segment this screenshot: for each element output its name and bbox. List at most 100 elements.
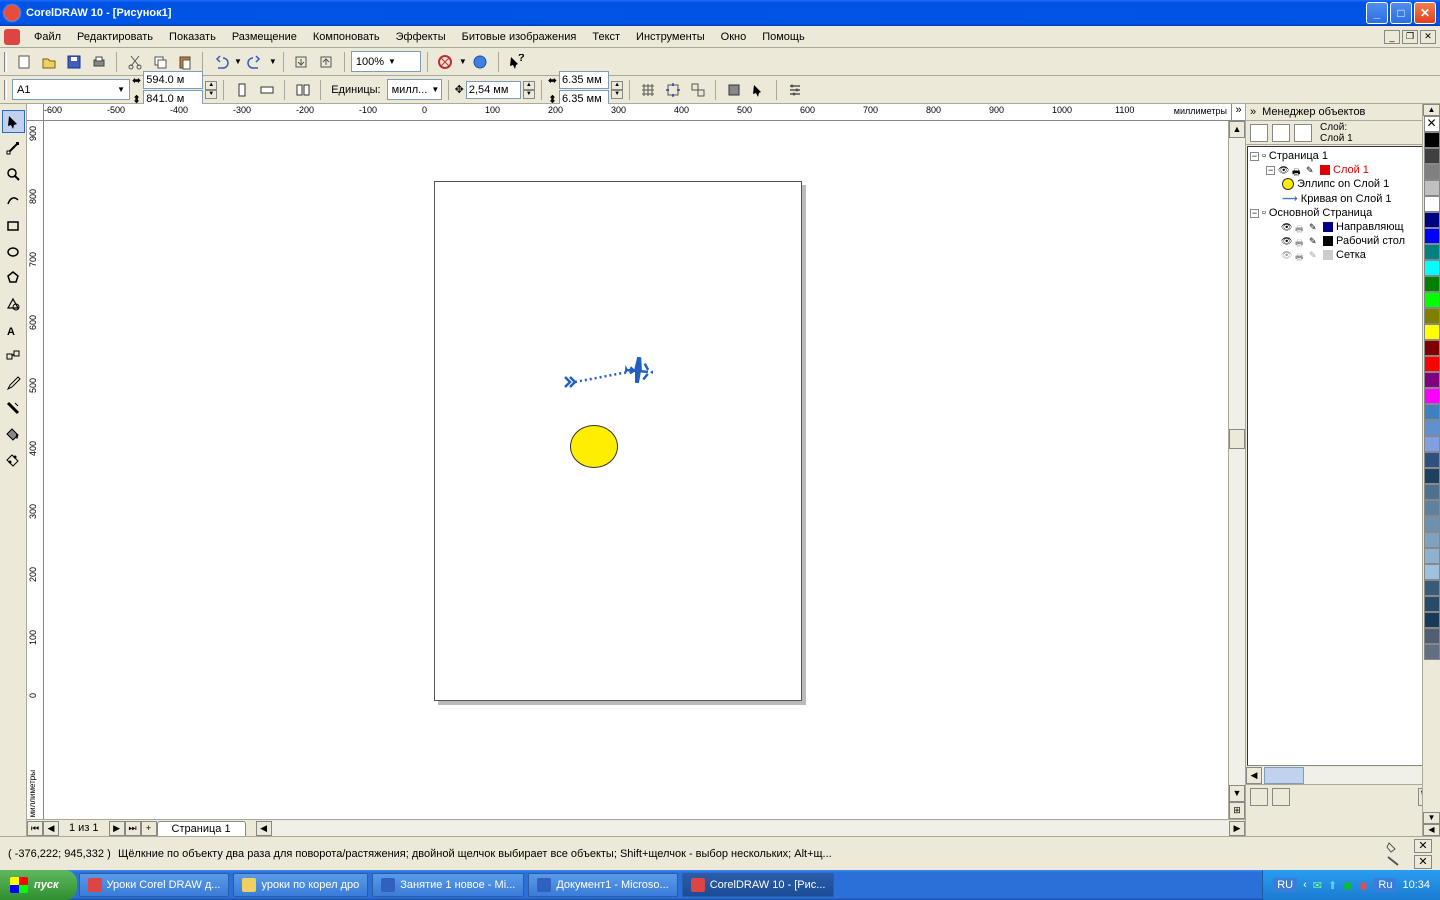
tree-curve-node[interactable]: ⟿ Кривая on Слой 1 bbox=[1250, 191, 1436, 206]
menu-file[interactable]: Файл bbox=[26, 28, 69, 46]
color-swatch[interactable] bbox=[1424, 116, 1440, 132]
editable-icon[interactable]: ✎ bbox=[1306, 165, 1317, 176]
printable-icon[interactable]: 🖶 bbox=[1292, 165, 1303, 176]
prev-page-button[interactable]: ◀ bbox=[43, 821, 59, 836]
scroll-left-button[interactable]: ◀ bbox=[1246, 767, 1262, 784]
menu-layout[interactable]: Размещение bbox=[224, 28, 305, 46]
tree-page-node[interactable]: − ▫ Страница 1 bbox=[1250, 149, 1436, 163]
snap-grid-button[interactable] bbox=[636, 78, 659, 101]
print-button[interactable] bbox=[87, 50, 110, 73]
freehand-tool[interactable] bbox=[2, 188, 25, 211]
clock[interactable]: 10:34 bbox=[1402, 879, 1430, 891]
corel-online-button[interactable] bbox=[469, 50, 492, 73]
maximize-button[interactable]: □ bbox=[1390, 2, 1412, 24]
color-swatch[interactable] bbox=[1424, 468, 1440, 484]
menu-window[interactable]: Окно bbox=[713, 28, 755, 46]
tree-desktop-node[interactable]: 👁 🖶 ✎ Рабочий стол bbox=[1250, 234, 1436, 248]
options-button[interactable] bbox=[783, 78, 806, 101]
undo-dropdown[interactable]: ▼ bbox=[234, 57, 242, 66]
color-swatch[interactable] bbox=[1424, 452, 1440, 468]
ellipse-object[interactable] bbox=[570, 425, 618, 468]
visible-icon[interactable]: 👁 bbox=[1281, 236, 1292, 247]
export-button[interactable] bbox=[315, 50, 338, 73]
basic-shapes-tool[interactable] bbox=[2, 292, 25, 315]
collapse-icon[interactable]: − bbox=[1266, 166, 1275, 175]
scroll-down-button[interactable]: ▼ bbox=[1229, 785, 1245, 802]
open-button[interactable] bbox=[37, 50, 60, 73]
visible-icon[interactable]: 👁 bbox=[1281, 222, 1292, 233]
scroll-right-button[interactable]: ▶ bbox=[1229, 821, 1245, 836]
taskbar-item[interactable]: Занятие 1 новое - Mi... bbox=[372, 873, 524, 897]
minimize-button[interactable]: _ bbox=[1366, 2, 1388, 24]
vertical-ruler[interactable]: миллиметры 9008007006005004003002001000 bbox=[27, 121, 44, 819]
color-swatch[interactable] bbox=[1424, 372, 1440, 388]
menu-text[interactable]: Текст bbox=[584, 28, 628, 46]
color-swatch[interactable] bbox=[1424, 596, 1440, 612]
tray-icon[interactable]: ◉ bbox=[1343, 879, 1353, 892]
horizontal-scrollbar[interactable]: ◀ ▶ bbox=[256, 821, 1245, 836]
menu-tools[interactable]: Инструменты bbox=[628, 28, 713, 46]
nudge-spinner[interactable]: ▲▼ bbox=[523, 81, 535, 99]
language-indicator[interactable]: RU bbox=[1273, 878, 1297, 892]
dup-spinner[interactable]: ▲▼ bbox=[611, 81, 623, 99]
page-tab[interactable]: Страница 1 bbox=[157, 821, 246, 836]
color-swatch[interactable] bbox=[1424, 276, 1440, 292]
app-launcher-button[interactable] bbox=[434, 50, 457, 73]
fill-tool[interactable] bbox=[2, 422, 25, 445]
copy-button[interactable] bbox=[148, 50, 171, 73]
palette-flyout-button[interactable]: ◀ bbox=[1423, 824, 1440, 836]
treat-as-filled-button[interactable] bbox=[722, 78, 745, 101]
tree-master-page-node[interactable]: − ▫ Основной Страница bbox=[1250, 206, 1436, 220]
snap-objects-button[interactable] bbox=[686, 78, 709, 101]
text-tool[interactable]: A bbox=[2, 318, 25, 341]
close-button[interactable]: ✕ bbox=[1414, 2, 1436, 24]
portrait-button[interactable] bbox=[230, 78, 253, 101]
dup-x-input[interactable]: 6.35 мм bbox=[559, 71, 609, 89]
show-properties-button[interactable] bbox=[1250, 124, 1268, 142]
page-width-input[interactable]: 594.0 м bbox=[143, 71, 203, 89]
color-swatch[interactable] bbox=[1424, 388, 1440, 404]
draw-complex-button[interactable] bbox=[747, 78, 770, 101]
menu-help[interactable]: Помощь bbox=[754, 28, 813, 46]
color-swatch[interactable] bbox=[1424, 212, 1440, 228]
color-swatch[interactable] bbox=[1424, 308, 1440, 324]
layer-color-icon[interactable] bbox=[1323, 250, 1333, 260]
scroll-thumb[interactable] bbox=[1229, 429, 1245, 449]
editable-icon[interactable]: ✎ bbox=[1309, 222, 1320, 233]
keyboard-layout[interactable]: Ru bbox=[1374, 878, 1396, 892]
fill-indicator-icon[interactable] bbox=[1386, 841, 1400, 853]
color-swatch[interactable] bbox=[1424, 580, 1440, 596]
color-swatch[interactable] bbox=[1424, 196, 1440, 212]
save-button[interactable] bbox=[62, 50, 85, 73]
color-swatch[interactable] bbox=[1424, 628, 1440, 644]
printable-icon[interactable]: 🖶 bbox=[1295, 222, 1306, 233]
editable-icon[interactable]: ✎ bbox=[1309, 236, 1320, 247]
zoom-combo[interactable]: 100%▼ bbox=[351, 51, 421, 72]
scroll-left-button[interactable]: ◀ bbox=[256, 821, 272, 836]
object-tree[interactable]: − ▫ Страница 1 − 👁 🖶 ✎ Слой 1 Эллипс on … bbox=[1247, 146, 1439, 766]
import-button[interactable] bbox=[290, 50, 313, 73]
color-swatch[interactable] bbox=[1424, 500, 1440, 516]
color-swatch[interactable] bbox=[1424, 340, 1440, 356]
interactive-fill-tool[interactable] bbox=[2, 448, 25, 471]
tree-layer-node[interactable]: − 👁 🖶 ✎ Слой 1 bbox=[1250, 163, 1436, 177]
new-layer-button[interactable] bbox=[1250, 788, 1268, 806]
layer-color-icon[interactable] bbox=[1323, 222, 1333, 232]
start-button[interactable]: пуск bbox=[0, 870, 77, 900]
page-layout-button[interactable] bbox=[291, 78, 314, 101]
layer-manager-view-button[interactable] bbox=[1294, 124, 1312, 142]
snap-guides-button[interactable] bbox=[661, 78, 684, 101]
tray-icon[interactable]: ◉ bbox=[1359, 879, 1369, 892]
color-swatch[interactable] bbox=[1424, 516, 1440, 532]
landscape-button[interactable] bbox=[255, 78, 278, 101]
color-swatch[interactable] bbox=[1424, 356, 1440, 372]
taskbar-item-active[interactable]: CorelDRAW 10 - [Рис... bbox=[682, 873, 835, 897]
color-swatch[interactable] bbox=[1424, 164, 1440, 180]
zoom-tool[interactable] bbox=[2, 162, 25, 185]
toolbar-grip[interactable] bbox=[4, 52, 7, 72]
printable-icon[interactable]: 🖶 bbox=[1295, 250, 1306, 261]
taskbar-item[interactable]: Уроки Corel DRAW д... bbox=[79, 873, 230, 897]
new-button[interactable] bbox=[12, 50, 35, 73]
layer-color-icon[interactable] bbox=[1323, 236, 1333, 246]
curve-object[interactable] bbox=[560, 357, 670, 402]
